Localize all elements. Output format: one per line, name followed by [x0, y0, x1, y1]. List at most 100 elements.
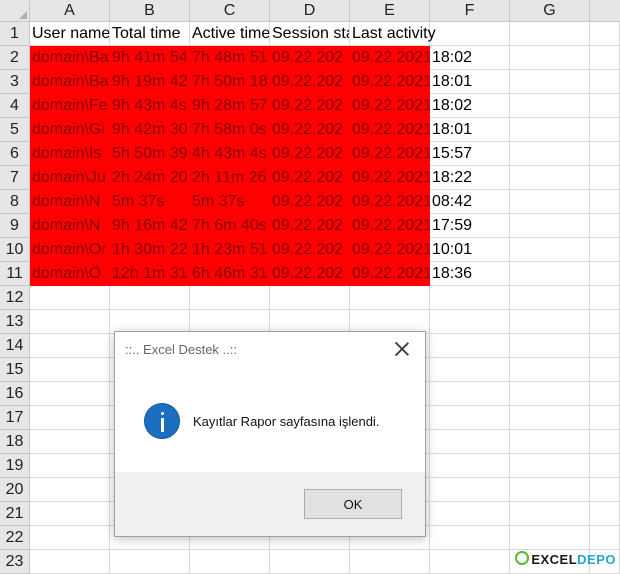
- data-cell[interactable]: 15:57: [430, 142, 510, 166]
- data-cell[interactable]: 18:36: [430, 262, 510, 286]
- empty-cell[interactable]: [110, 550, 190, 574]
- data-cell[interactable]: 9h 19m 42: [110, 70, 190, 94]
- empty-cell[interactable]: [30, 286, 110, 310]
- empty-cell[interactable]: [430, 358, 510, 382]
- data-cell[interactable]: 7h 58m 0s: [190, 118, 270, 142]
- data-cell[interactable]: 10:01: [430, 238, 510, 262]
- data-cell[interactable]: 09.22.2021: [350, 142, 430, 166]
- empty-cell[interactable]: [590, 214, 620, 238]
- empty-cell[interactable]: [510, 430, 590, 454]
- empty-cell[interactable]: [510, 334, 590, 358]
- empty-cell[interactable]: [590, 406, 620, 430]
- data-cell[interactable]: 7h 6m 40s: [190, 214, 270, 238]
- empty-cell[interactable]: [510, 454, 590, 478]
- data-cell[interactable]: domain\N: [30, 190, 110, 214]
- data-cell[interactable]: 09.22.2021: [350, 46, 430, 70]
- empty-cell[interactable]: [510, 262, 590, 286]
- data-cell[interactable]: 4h 43m 4s: [190, 142, 270, 166]
- empty-cell[interactable]: [430, 310, 510, 334]
- empty-cell[interactable]: [430, 430, 510, 454]
- data-cell[interactable]: domain\Is: [30, 142, 110, 166]
- data-cell[interactable]: domain\Or: [30, 238, 110, 262]
- empty-cell[interactable]: [510, 142, 590, 166]
- empty-cell[interactable]: [430, 22, 510, 46]
- empty-cell[interactable]: [510, 502, 590, 526]
- column-header-e[interactable]: E: [350, 0, 430, 22]
- empty-cell[interactable]: [30, 382, 110, 406]
- empty-cell[interactable]: [430, 502, 510, 526]
- empty-cell[interactable]: [590, 502, 620, 526]
- data-cell[interactable]: 09.22.2021: [350, 94, 430, 118]
- empty-cell[interactable]: [510, 406, 590, 430]
- header-cell[interactable]: Total time: [110, 22, 190, 46]
- empty-cell[interactable]: [590, 190, 620, 214]
- row-header[interactable]: 10: [0, 238, 30, 262]
- empty-cell[interactable]: [510, 118, 590, 142]
- column-header-d[interactable]: D: [270, 0, 350, 22]
- data-cell[interactable]: 7h 48m 51: [190, 46, 270, 70]
- empty-cell[interactable]: [590, 118, 620, 142]
- column-header-c[interactable]: C: [190, 0, 270, 22]
- data-cell[interactable]: 18:22: [430, 166, 510, 190]
- row-header[interactable]: 1: [0, 22, 30, 46]
- header-cell[interactable]: Last activity: [350, 22, 436, 46]
- data-cell[interactable]: domain\Gi: [30, 118, 110, 142]
- row-header[interactable]: 7: [0, 166, 30, 190]
- empty-cell[interactable]: [590, 142, 620, 166]
- data-cell[interactable]: 9h 16m 42: [110, 214, 190, 238]
- empty-cell[interactable]: [110, 286, 190, 310]
- empty-cell[interactable]: [30, 406, 110, 430]
- row-header[interactable]: 5: [0, 118, 30, 142]
- data-cell[interactable]: 09.22.202: [270, 262, 350, 286]
- empty-cell[interactable]: [510, 382, 590, 406]
- empty-cell[interactable]: [590, 478, 620, 502]
- empty-cell[interactable]: [430, 286, 510, 310]
- column-header-g[interactable]: G: [510, 0, 590, 22]
- empty-cell[interactable]: [590, 310, 620, 334]
- row-header[interactable]: 13: [0, 310, 30, 334]
- data-cell[interactable]: 9h 42m 30: [110, 118, 190, 142]
- data-cell[interactable]: 18:01: [430, 70, 510, 94]
- data-cell[interactable]: 18:02: [430, 46, 510, 70]
- row-header[interactable]: 2: [0, 46, 30, 70]
- empty-cell[interactable]: [510, 22, 590, 46]
- data-cell[interactable]: 7h 50m 18: [190, 70, 270, 94]
- row-header[interactable]: 20: [0, 478, 30, 502]
- empty-cell[interactable]: [510, 46, 590, 70]
- empty-cell[interactable]: [190, 286, 270, 310]
- empty-cell[interactable]: [590, 454, 620, 478]
- data-cell[interactable]: 1h 30m 22: [110, 238, 190, 262]
- row-header[interactable]: 12: [0, 286, 30, 310]
- data-cell[interactable]: domain\Ba: [30, 46, 110, 70]
- empty-cell[interactable]: [430, 334, 510, 358]
- empty-cell[interactable]: [270, 550, 350, 574]
- data-cell[interactable]: domain\Fe: [30, 94, 110, 118]
- empty-cell[interactable]: [30, 454, 110, 478]
- header-cell[interactable]: User name: [30, 22, 110, 46]
- data-cell[interactable]: 09.22.202: [270, 166, 350, 190]
- empty-cell[interactable]: [590, 94, 620, 118]
- empty-cell[interactable]: [510, 358, 590, 382]
- row-header[interactable]: 16: [0, 382, 30, 406]
- empty-cell[interactable]: [30, 430, 110, 454]
- empty-cell[interactable]: [190, 550, 270, 574]
- empty-cell[interactable]: [30, 478, 110, 502]
- empty-cell[interactable]: [430, 550, 510, 574]
- data-cell[interactable]: 2h 24m 20: [110, 166, 190, 190]
- column-header-a[interactable]: A: [30, 0, 110, 22]
- empty-cell[interactable]: [590, 70, 620, 94]
- ok-button[interactable]: OK: [304, 489, 402, 519]
- data-cell[interactable]: 5m 37s: [110, 190, 190, 214]
- empty-cell[interactable]: [430, 478, 510, 502]
- data-cell[interactable]: 09.22.202: [270, 214, 350, 238]
- data-cell[interactable]: 09.22.2021: [350, 262, 430, 286]
- empty-cell[interactable]: [510, 190, 590, 214]
- data-cell[interactable]: 09.22.202: [270, 46, 350, 70]
- empty-cell[interactable]: [510, 310, 590, 334]
- data-cell[interactable]: 9h 43m 4s: [110, 94, 190, 118]
- data-cell[interactable]: 08:42: [430, 190, 510, 214]
- data-cell[interactable]: domain\N: [30, 214, 110, 238]
- data-cell[interactable]: 17:59: [430, 214, 510, 238]
- empty-cell[interactable]: [30, 502, 110, 526]
- empty-cell[interactable]: [590, 334, 620, 358]
